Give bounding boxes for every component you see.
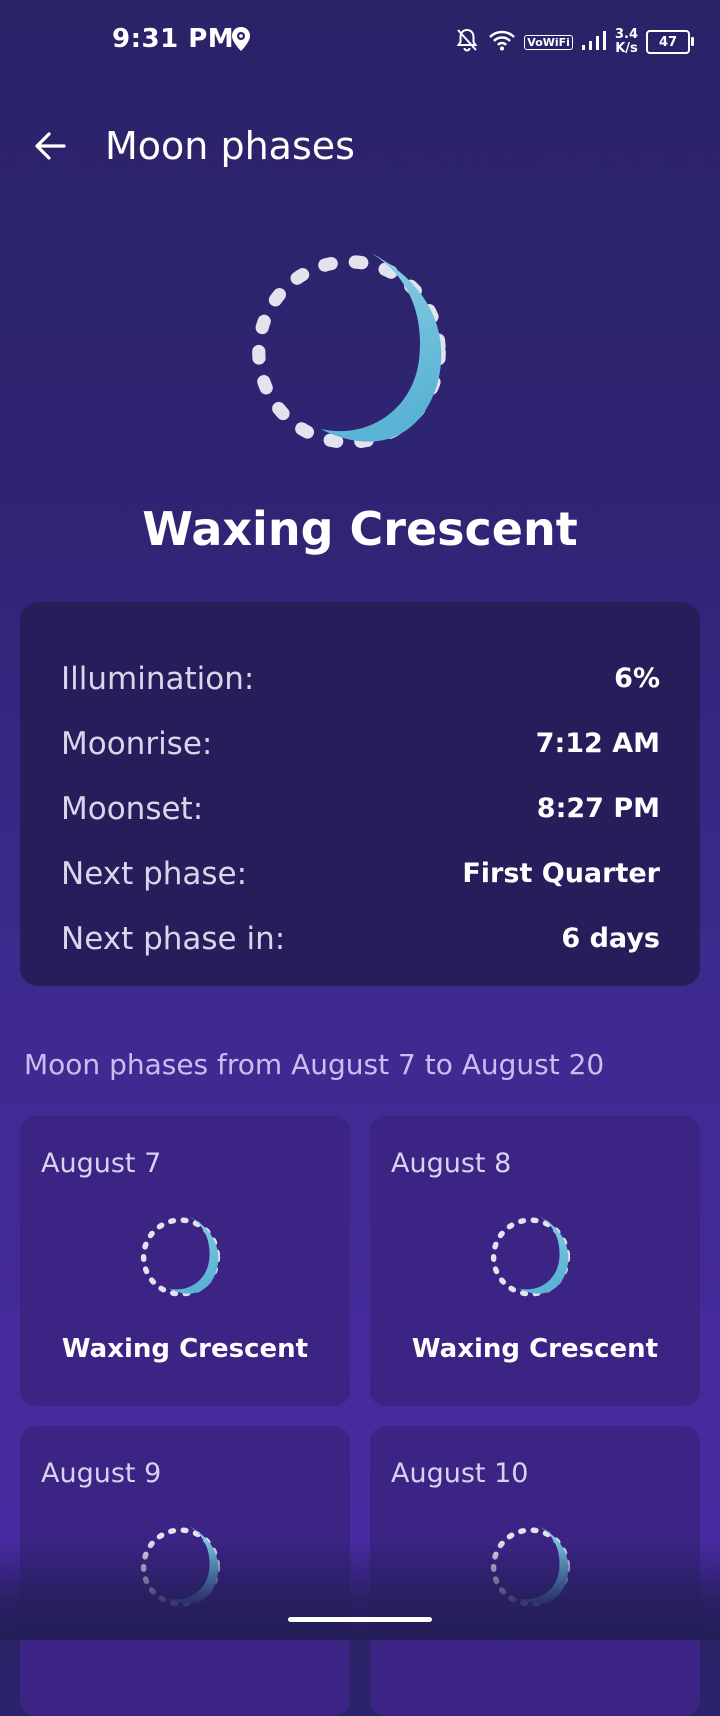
info-value: 6 days bbox=[561, 923, 660, 954]
moon-info-card: Illumination: 6% Moonrise: 7:12 AM Moons… bbox=[20, 602, 700, 986]
info-row-next-phase: Next phase: First Quarter bbox=[61, 841, 660, 906]
current-phase-title: Waxing Crescent bbox=[142, 502, 578, 556]
signal-icon bbox=[581, 29, 607, 55]
info-value: 8:27 PM bbox=[536, 793, 660, 824]
battery-icon: 47 bbox=[646, 30, 694, 54]
vowifi-badge: VoWiFi bbox=[524, 34, 573, 50]
range-title: Moon phases from August 7 to August 20 bbox=[24, 1048, 605, 1081]
status-time: 9:31 PM bbox=[112, 24, 235, 54]
day-phase: Waxing Crescent bbox=[61, 1334, 309, 1364]
day-card[interactable]: August 8 Waxing Crescent bbox=[370, 1116, 700, 1406]
day-phase: Waxing Crescent bbox=[411, 1334, 659, 1364]
wifi-icon bbox=[488, 29, 516, 55]
day-date: August 8 bbox=[391, 1148, 512, 1179]
waxing-crescent-icon bbox=[252, 253, 446, 449]
day-date: August 10 bbox=[391, 1458, 529, 1489]
info-row-moonset: Moonset: 8:27 PM bbox=[61, 776, 660, 841]
bottom-fade bbox=[0, 1540, 720, 1640]
day-moon bbox=[140, 1212, 230, 1306]
waxing-crescent-icon bbox=[140, 1216, 221, 1297]
location-icon bbox=[230, 26, 252, 56]
day-card[interactable]: August 7 Waxing Crescent bbox=[20, 1116, 350, 1406]
info-label: Next phase: bbox=[61, 855, 248, 892]
status-bar: 9:31 PM VoWiFi 3.4 K/s 47 bbox=[0, 0, 720, 84]
info-value: First Quarter bbox=[462, 858, 660, 889]
app-bar: Moon phases bbox=[0, 104, 720, 188]
moon-phase-illustration bbox=[250, 242, 470, 466]
waxing-crescent-icon bbox=[490, 1216, 571, 1297]
arrow-left-icon bbox=[35, 132, 66, 160]
status-icons: VoWiFi 3.4 K/s 47 bbox=[454, 22, 694, 62]
net-speed: 3.4 K/s bbox=[615, 28, 638, 56]
day-date: August 7 bbox=[41, 1148, 162, 1179]
home-indicator[interactable] bbox=[288, 1617, 432, 1622]
bell-off-icon bbox=[454, 27, 480, 57]
info-row-moonrise: Moonrise: 7:12 AM bbox=[61, 711, 660, 776]
info-row-illumination: Illumination: 6% bbox=[61, 646, 660, 711]
info-row-next-phase-in: Next phase in: 6 days bbox=[61, 906, 660, 971]
back-button[interactable] bbox=[26, 122, 74, 170]
info-label: Moonset: bbox=[61, 790, 204, 827]
battery-level: 47 bbox=[658, 34, 678, 50]
info-label: Moonrise: bbox=[61, 725, 213, 762]
info-value: 6% bbox=[614, 663, 660, 694]
day-date: August 9 bbox=[41, 1458, 162, 1489]
info-label: Next phase in: bbox=[61, 920, 286, 957]
info-label: Illumination: bbox=[61, 660, 255, 697]
net-speed-unit: K/s bbox=[615, 41, 638, 56]
day-moon bbox=[490, 1212, 580, 1306]
info-value: 7:12 AM bbox=[535, 728, 660, 759]
net-speed-value: 3.4 bbox=[614, 27, 638, 42]
page-title: Moon phases bbox=[105, 124, 355, 168]
